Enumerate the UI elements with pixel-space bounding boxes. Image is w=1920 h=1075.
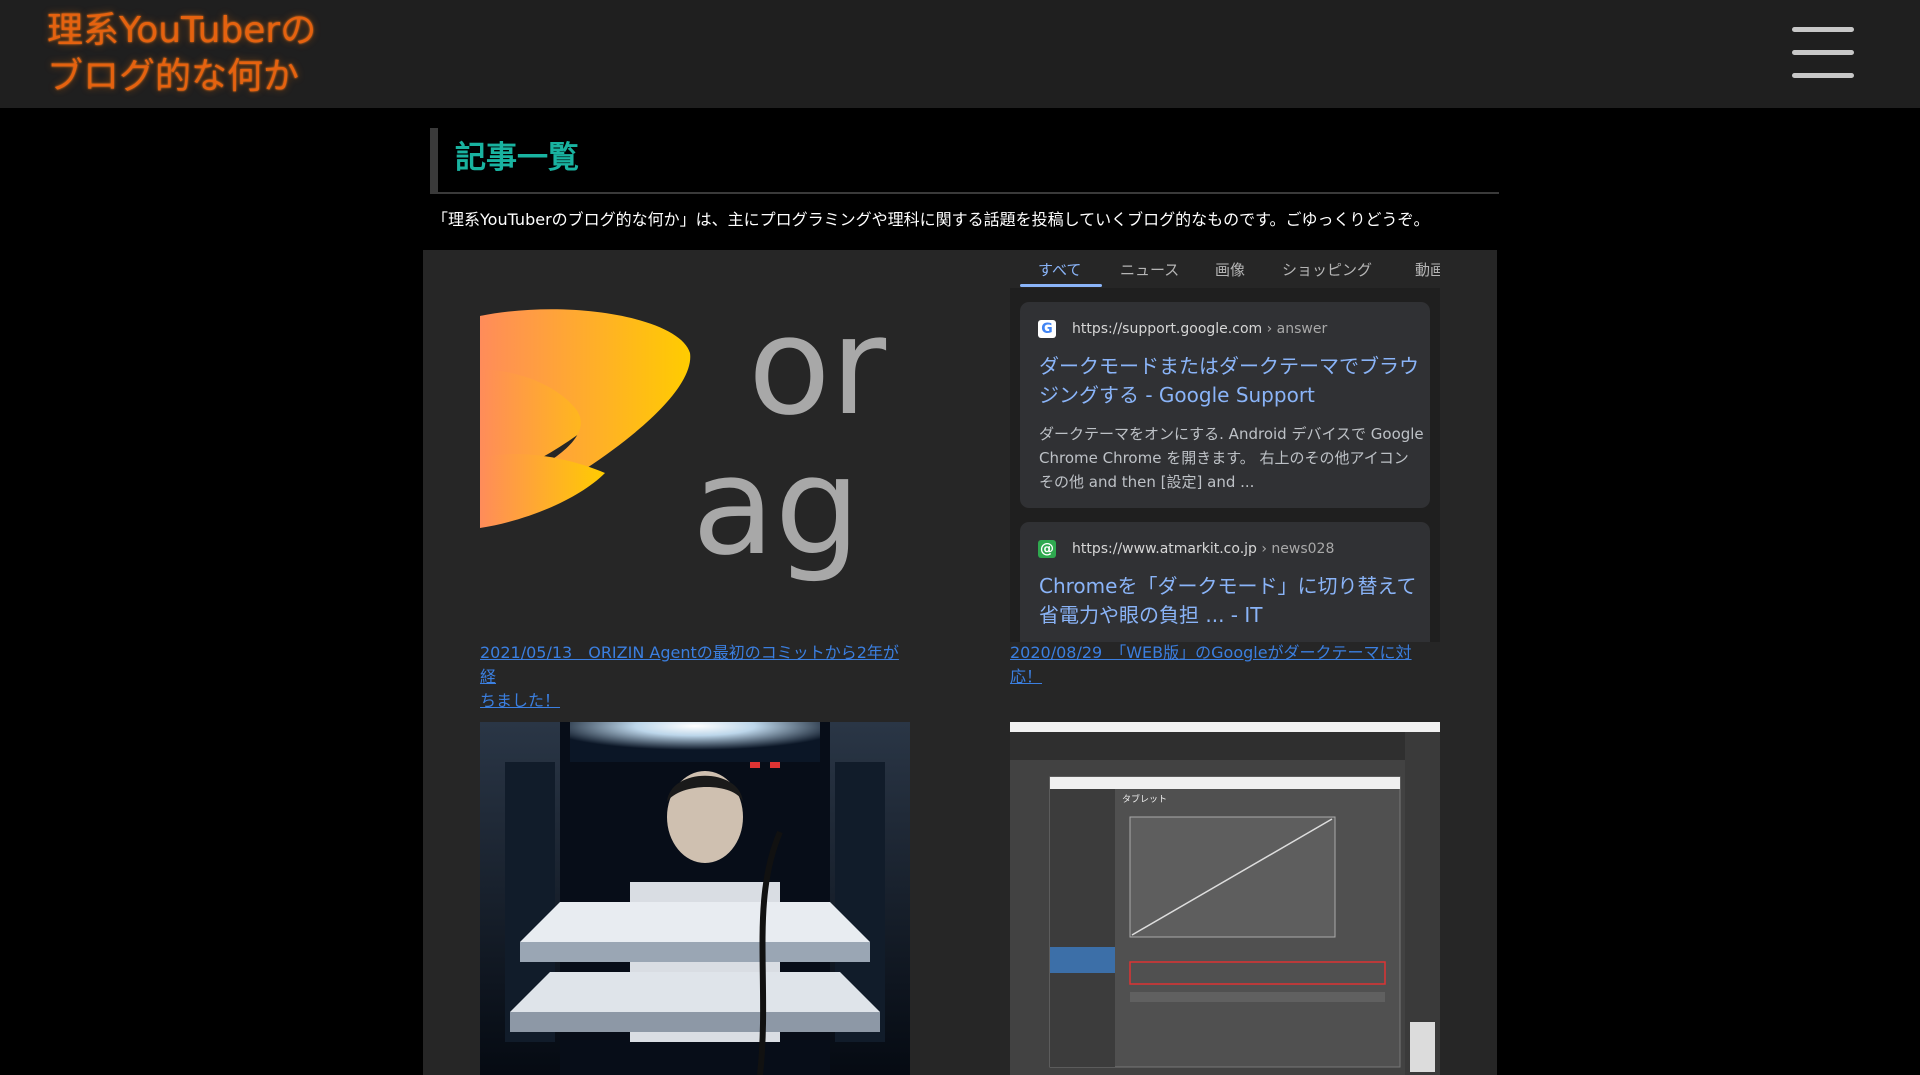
intro-text: 「理系YouTuberのブログ的な何か」は、主にプログラミングや理科に関する話題… <box>432 210 1430 229</box>
article-link[interactable]: 2020/08/29 「WEB版」のGoogleがダークテーマに対 応！ <box>1010 641 1440 689</box>
article-link-line: 応！ <box>1010 667 1043 686</box>
result-url: https://www.atmarkit.co.jp › news028 <box>1072 539 1334 559</box>
google-favicon-icon: G <box>1038 320 1056 338</box>
logo-text-bottom: ag <box>692 428 860 585</box>
google-tab: 動画 <box>1415 261 1440 279</box>
article-link-line: 2021/05/13 ORIZIN Agentの最初のコミットから2年が経 <box>480 643 899 686</box>
menu-bar <box>1792 27 1854 32</box>
article-thumbnail-server-photo[interactable] <box>480 722 910 1075</box>
result-title: Chromeを「ダークモード」に切り替えて省電力や眼の負担 ... - IT <box>1039 574 1417 627</box>
tablet-settings-screenshot: タブレット <box>1010 722 1440 1075</box>
result-title: ダークモードまたはダークテーマでブラウジングする - Google Suppor… <box>1039 354 1419 407</box>
server-room-photo <box>480 722 910 1075</box>
google-result: @ https://www.atmarkit.co.jp › news028 C… <box>1020 522 1430 642</box>
result-url-crumb: › news028 <box>1261 541 1335 557</box>
google-tab: ニュース <box>1120 261 1180 279</box>
page-heading-box: 記事一覧 <box>430 128 1499 194</box>
result-snippet: ダークテーマをオンにする. Android デバイスで Google Chrom… <box>1039 425 1424 491</box>
site-title[interactable]: 理系YouTuberの ブログ的な何か <box>47 8 316 100</box>
google-tab: すべて <box>1038 261 1082 279</box>
article-thumbnail-google-dark[interactable]: すべて ニュース 画像 ショッピング 動画 G https://support.… <box>1010 258 1440 642</box>
logo-text-top: or <box>748 288 887 445</box>
article-link-line: ちました！ <box>480 691 561 710</box>
site-title-line1: 理系YouTuberの <box>47 10 317 51</box>
orizin-logo: or ag <box>480 288 887 585</box>
article-thumbnail-orizin[interactable]: or ag <box>480 258 910 642</box>
page-title: 記事一覧 <box>455 140 579 176</box>
article-thumbnail-software-screenshot[interactable]: タブレット <box>1010 722 1440 1075</box>
hamburger-menu-icon[interactable] <box>1790 24 1856 82</box>
google-tab: 画像 <box>1215 261 1246 279</box>
google-tab-underline <box>1020 284 1102 287</box>
site-title-line2: ブログ的な何か <box>47 56 300 97</box>
google-tabs: すべて ニュース 画像 ショッピング 動画 <box>1010 258 1440 288</box>
google-tab: ショッピング <box>1282 261 1373 279</box>
result-url: https://support.google.com › answer <box>1072 319 1327 339</box>
menu-bar <box>1792 73 1854 78</box>
result-url-text: https://support.google.com <box>1072 321 1263 337</box>
menu-bar <box>1792 50 1854 55</box>
dialog-title: タブレット <box>1122 793 1167 805</box>
site-header: 理系YouTuberの ブログ的な何か <box>0 0 1920 108</box>
result-url-text: https://www.atmarkit.co.jp <box>1072 541 1257 557</box>
article-link[interactable]: 2021/05/13 ORIZIN Agentの最初のコミットから2年が経 ちま… <box>480 641 910 713</box>
article-link-line: 2020/08/29 「WEB版」のGoogleがダークテーマに対 <box>1010 643 1412 662</box>
atmark-favicon-icon: @ <box>1038 540 1056 558</box>
google-result: G https://support.google.com › answer ダー… <box>1020 302 1430 508</box>
result-url-crumb: › answer <box>1266 321 1328 337</box>
